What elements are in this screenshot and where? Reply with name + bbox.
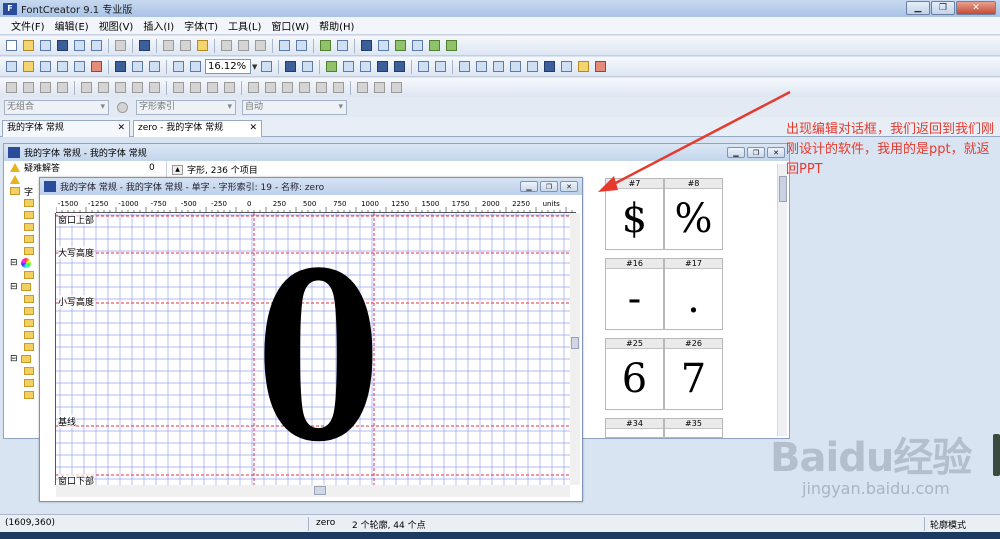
baidu-watermark: Baidu经验 jingyan.baidu.com: [770, 425, 972, 498]
status-contours: 2 个轮廓, 44 个点: [352, 521, 426, 531]
watermark-url: jingyan.baidu.com: [802, 479, 950, 498]
watermark-brand: Baidu经验: [770, 435, 972, 481]
windows-taskbar: [0, 532, 1000, 539]
status-glyph-name: zero: [316, 518, 336, 528]
status-coordinates: (1609,360): [5, 518, 55, 528]
annotation-text: 出现编辑对话框，我们返回到我们刚刚设计的软件，我用的是ppt，就返回PPT: [786, 122, 995, 177]
statusbar: (1609,360) zero 2 个轮廓, 44 个点 轮廓模式: [0, 514, 1000, 532]
side-widget: [993, 434, 1000, 476]
status-divider: [308, 517, 309, 531]
status-mode: 轮廓模式: [930, 521, 967, 531]
status-divider: [924, 517, 925, 531]
